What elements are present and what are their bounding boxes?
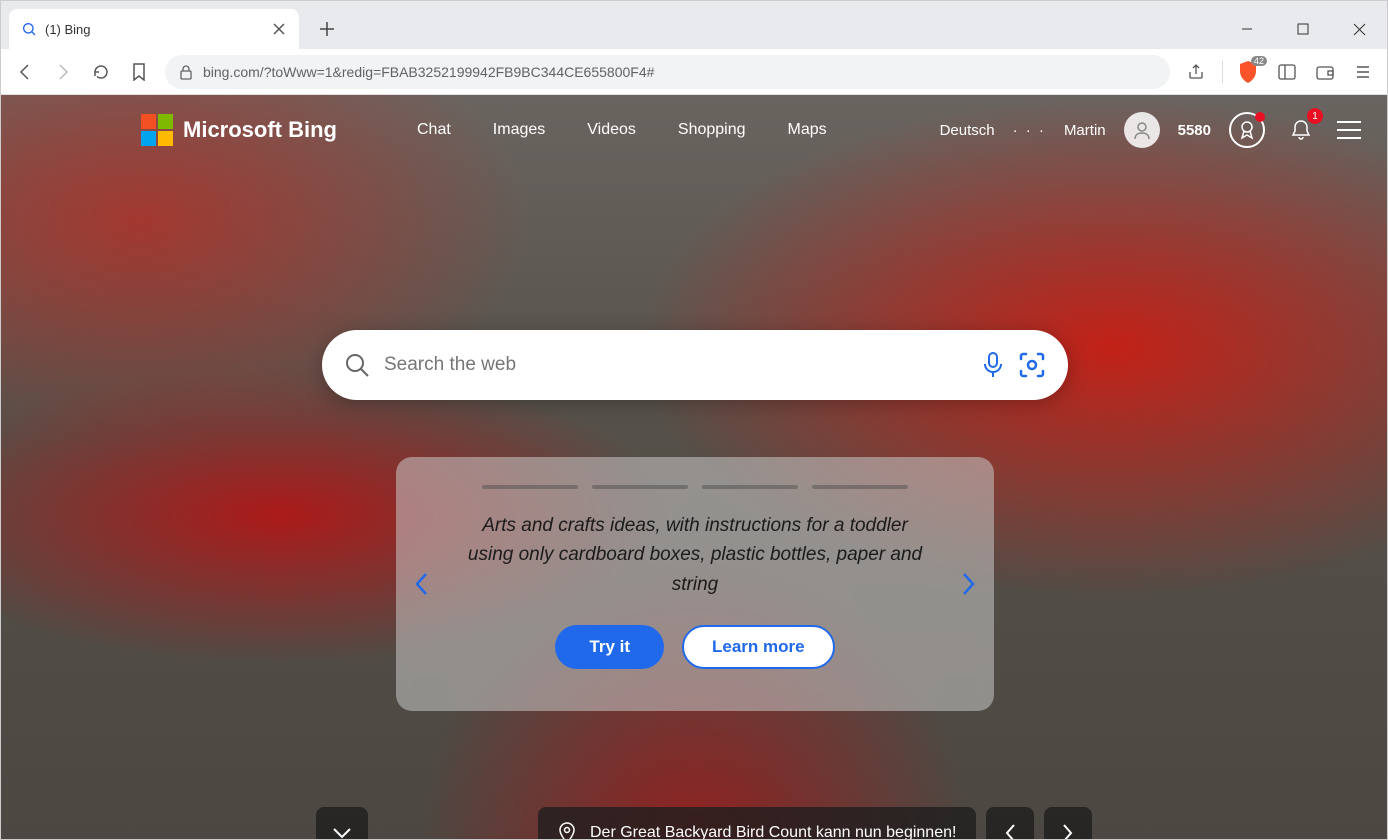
promo-prev-icon[interactable] <box>414 572 428 596</box>
learn-more-button[interactable]: Learn more <box>682 625 835 669</box>
user-name[interactable]: Martin <box>1064 122 1106 139</box>
voice-search-icon[interactable] <box>982 351 1004 379</box>
notif-count-badge: 1 <box>1307 108 1323 124</box>
nav-shopping[interactable]: Shopping <box>678 121 746 139</box>
lock-icon <box>179 64 193 80</box>
image-search-icon[interactable] <box>1018 351 1046 379</box>
brave-shields-button[interactable]: 42 <box>1237 60 1261 84</box>
forward-button[interactable] <box>51 60 75 84</box>
wallet-button[interactable] <box>1313 60 1337 84</box>
nav-videos[interactable]: Videos <box>587 121 636 139</box>
shield-count-badge: 42 <box>1251 56 1267 66</box>
search-box[interactable] <box>322 330 1068 400</box>
headline-text: Der Great Backyard Bird Count kann nun b… <box>590 824 956 839</box>
nav-images[interactable]: Images <box>493 121 545 139</box>
promo-next-icon[interactable] <box>962 572 976 596</box>
back-button[interactable] <box>13 60 37 84</box>
close-window-button[interactable] <box>1331 9 1387 49</box>
scroll-down-button[interactable] <box>316 807 368 839</box>
url-text: bing.com/?toWww=1&redig=FBAB3252199942FB… <box>203 64 1156 80</box>
bookmark-button[interactable] <box>127 60 151 84</box>
browser-toolbar: bing.com/?toWww=1&redig=FBAB3252199942FB… <box>1 49 1387 95</box>
new-tab-button[interactable] <box>311 13 343 45</box>
bing-header: Microsoft Bing Chat Images Videos Shoppi… <box>1 95 1387 165</box>
promo-card: Arts and crafts ideas, with instructions… <box>396 457 994 711</box>
nav-chat[interactable]: Chat <box>417 121 451 139</box>
image-headline[interactable]: Der Great Backyard Bird Count kann nun b… <box>538 807 976 839</box>
sidebar-button[interactable] <box>1275 60 1299 84</box>
rewards-medal-icon[interactable] <box>1229 112 1265 148</box>
rewards-points[interactable]: 5580 <box>1178 122 1211 139</box>
language-label[interactable]: Deutsch <box>940 122 995 139</box>
reload-button[interactable] <box>89 60 113 84</box>
more-dots-icon[interactable]: · · · <box>1013 122 1046 139</box>
tab-title: (1) Bing <box>45 22 263 37</box>
headline-next-button[interactable] <box>1044 807 1092 839</box>
browser-titlebar: (1) Bing <box>1 1 1387 49</box>
bing-logo[interactable]: Microsoft Bing <box>141 114 337 146</box>
rewards-dot-badge <box>1255 112 1265 122</box>
logo-text: Microsoft Bing <box>183 117 337 143</box>
hamburger-menu-icon[interactable] <box>1337 121 1361 139</box>
window-controls <box>1219 9 1387 49</box>
location-pin-icon <box>558 822 576 839</box>
top-nav: Chat Images Videos Shopping Maps <box>417 121 827 139</box>
search-input[interactable] <box>384 354 982 376</box>
bing-favicon <box>21 21 37 37</box>
image-info-bar: Der Great Backyard Bird Count kann nun b… <box>316 807 1092 839</box>
notifications-icon[interactable]: 1 <box>1283 112 1319 148</box>
search-icon <box>344 352 370 378</box>
try-it-button[interactable]: Try it <box>555 625 664 669</box>
microsoft-logo-icon <box>141 114 173 146</box>
address-bar[interactable]: bing.com/?toWww=1&redig=FBAB3252199942FB… <box>165 55 1170 89</box>
carousel-indicators[interactable] <box>482 485 908 489</box>
user-avatar[interactable] <box>1124 112 1160 148</box>
page-content: Microsoft Bing Chat Images Videos Shoppi… <box>1 95 1387 839</box>
close-tab-icon[interactable] <box>271 21 287 37</box>
promo-text: Arts and crafts ideas, with instructions… <box>460 511 930 599</box>
headline-prev-button[interactable] <box>986 807 1034 839</box>
share-button[interactable] <box>1184 60 1208 84</box>
minimize-button[interactable] <box>1219 9 1275 49</box>
nav-maps[interactable]: Maps <box>788 121 827 139</box>
browser-tab[interactable]: (1) Bing <box>9 9 299 49</box>
maximize-button[interactable] <box>1275 9 1331 49</box>
browser-menu-button[interactable] <box>1351 60 1375 84</box>
